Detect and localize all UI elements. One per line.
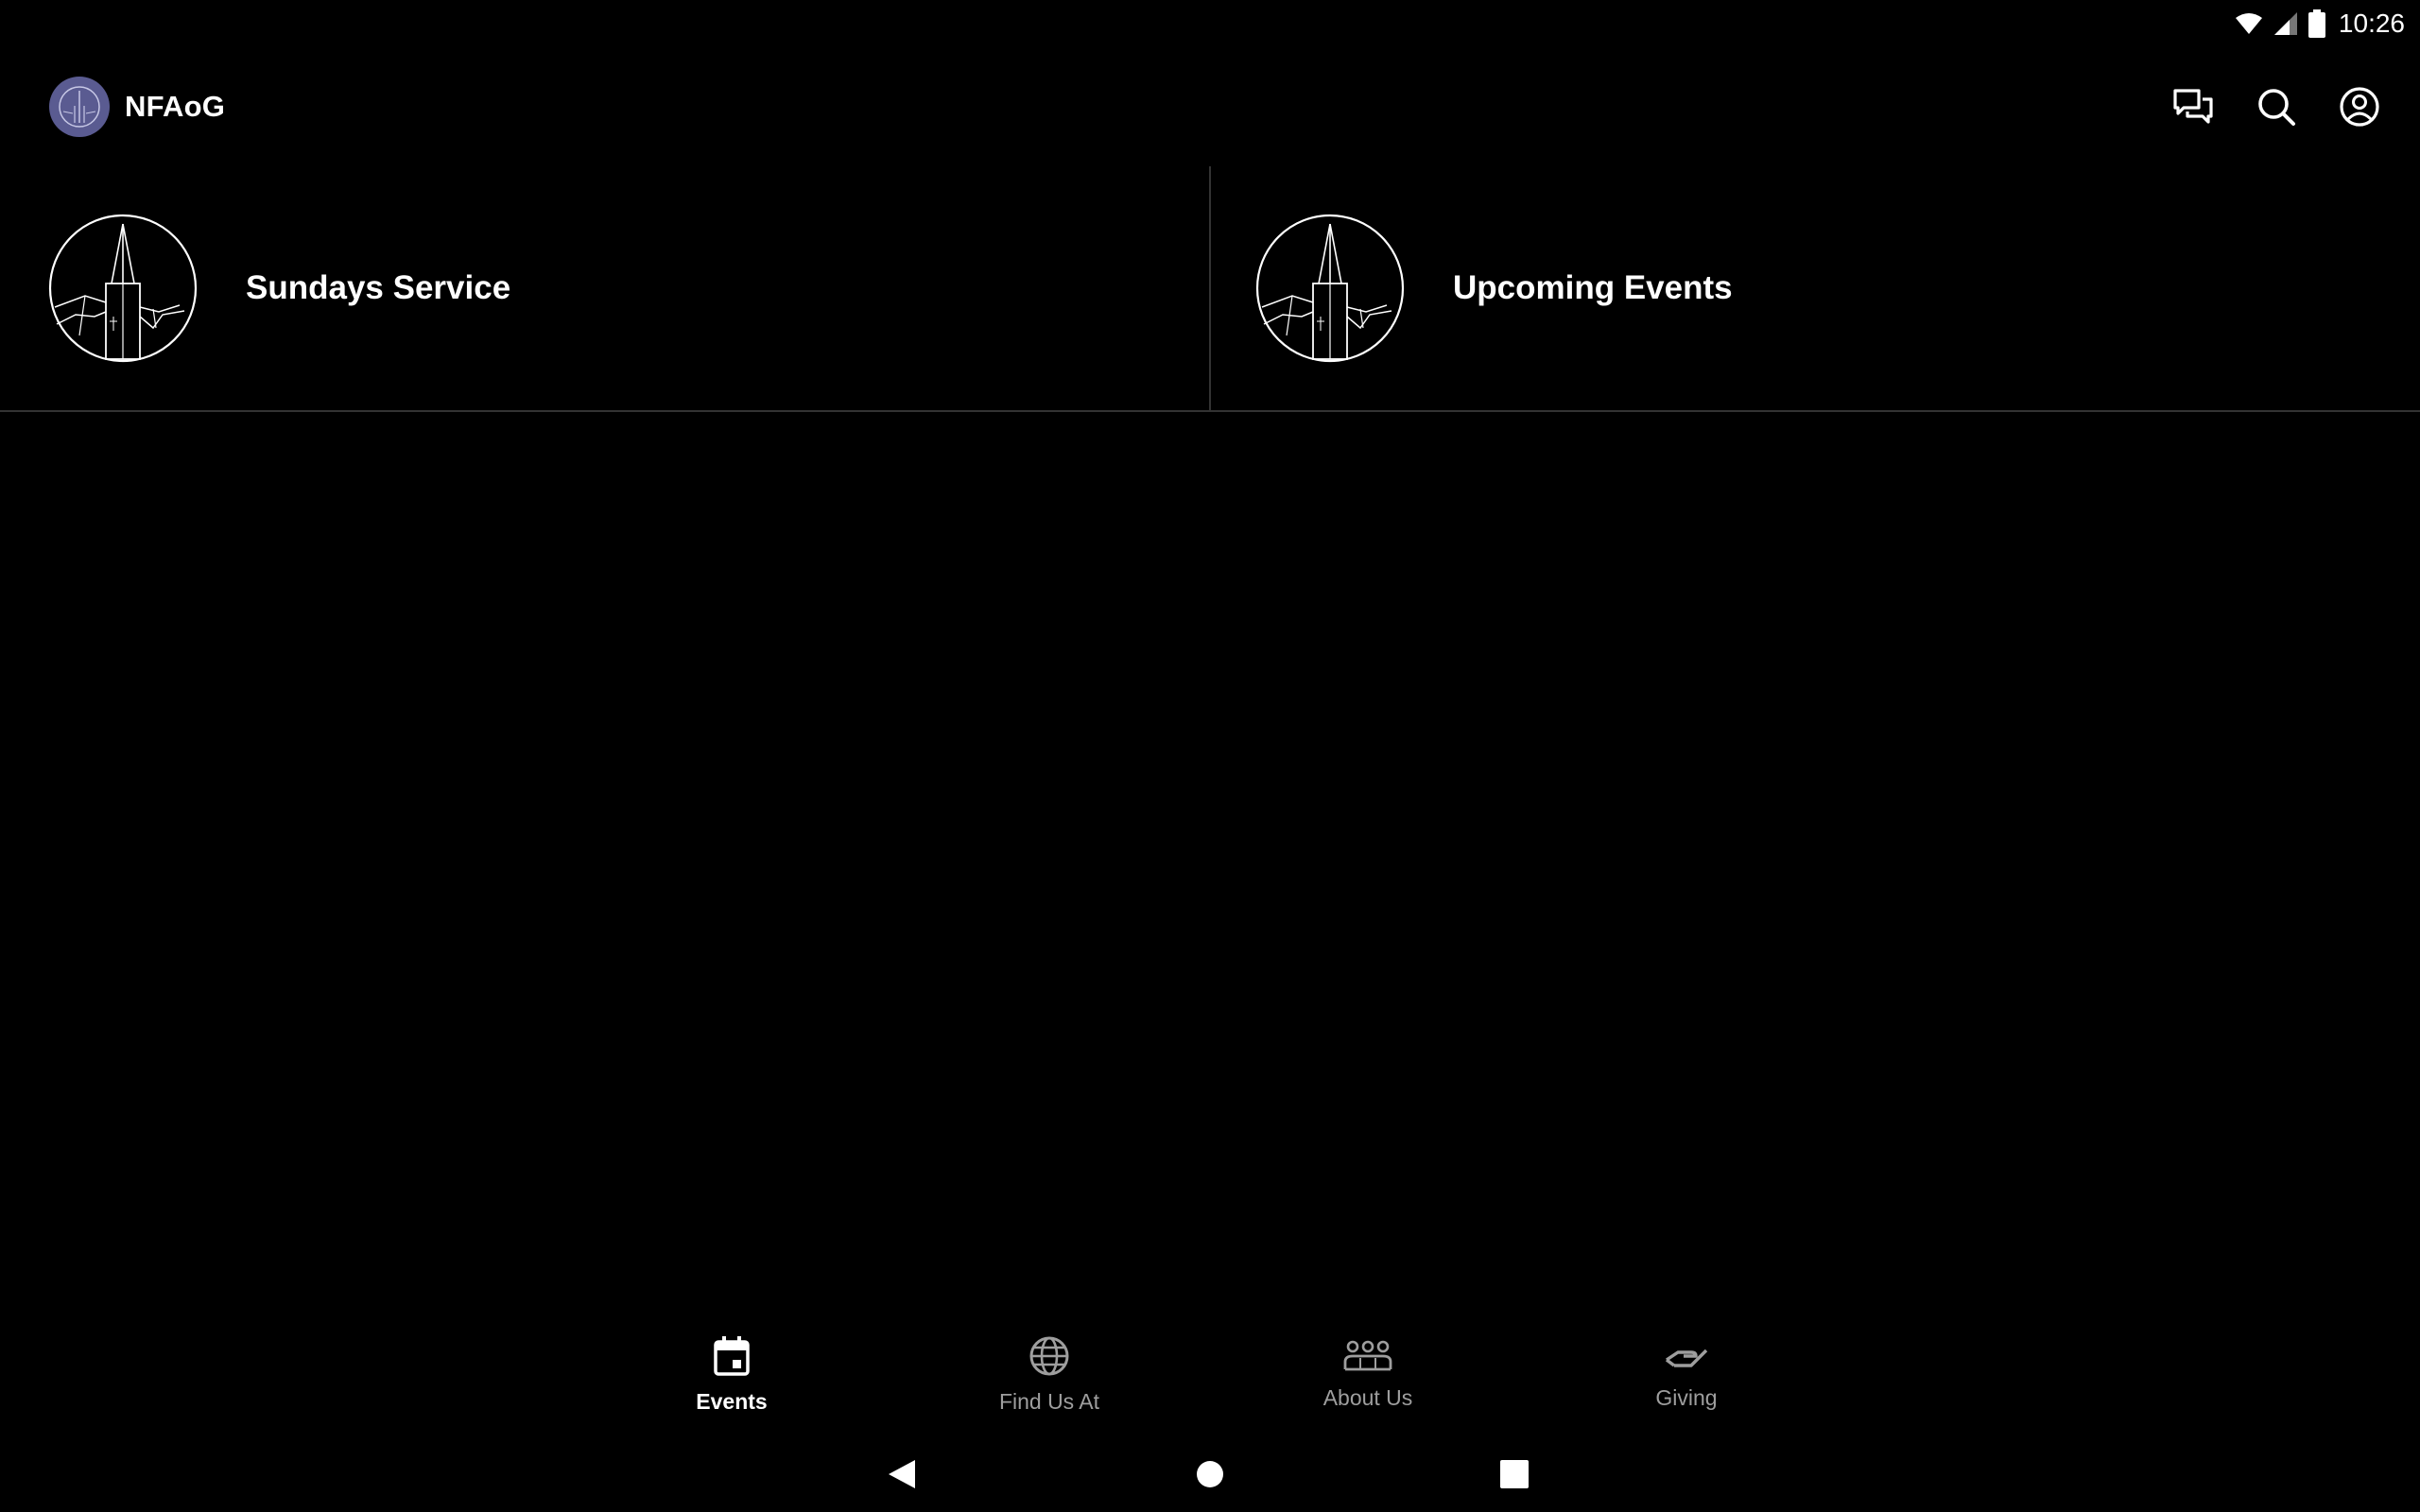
giving-hand-icon xyxy=(1665,1339,1708,1378)
account-icon[interactable] xyxy=(2337,84,2382,129)
cellular-signal-icon xyxy=(2273,10,2299,37)
nav-item-giving[interactable]: Giving xyxy=(1582,1314,1790,1436)
category-label: Upcoming Events xyxy=(1453,269,1733,306)
app-bar: NFAoG xyxy=(0,47,2420,166)
nav-label: About Us xyxy=(1322,1385,1413,1410)
church-steeple-icon xyxy=(1254,213,1406,364)
system-navigation-bar xyxy=(0,1436,2420,1512)
battery-icon xyxy=(2308,9,2325,38)
people-group-icon xyxy=(1343,1339,1392,1378)
nav-label: Find Us At xyxy=(998,1389,1100,1414)
status-bar: 10:26 xyxy=(2027,0,2420,47)
home-icon[interactable] xyxy=(1187,1452,1233,1497)
app-title: NFAoG xyxy=(125,90,226,123)
nav-label: Events xyxy=(696,1389,768,1414)
status-time: 10:26 xyxy=(2338,9,2405,38)
nav-item-find-us-at[interactable]: Find Us At xyxy=(945,1314,1153,1436)
chat-icon[interactable] xyxy=(2170,84,2216,129)
church-steeple-icon xyxy=(47,213,199,364)
wifi-icon xyxy=(2235,11,2263,36)
calendar-icon xyxy=(713,1335,751,1382)
nav-item-events[interactable]: Events xyxy=(628,1314,836,1436)
category-label: Sundays Service xyxy=(246,269,511,306)
nav-item-about-us[interactable]: About Us xyxy=(1264,1314,1472,1436)
app-bar-actions xyxy=(2170,47,2382,166)
nav-label: Giving xyxy=(1655,1385,1718,1410)
search-icon[interactable] xyxy=(2254,84,2299,129)
category-upcoming-events[interactable]: Upcoming Events xyxy=(1209,166,2420,410)
recents-icon[interactable] xyxy=(1492,1452,1537,1497)
bottom-navigation: Events Find Us At About Us Giving xyxy=(0,1314,2420,1436)
globe-icon xyxy=(1028,1335,1070,1382)
category-grid: Sundays Service Upcoming Events xyxy=(0,166,2420,412)
category-sundays-service[interactable]: Sundays Service xyxy=(0,166,1209,410)
back-icon[interactable] xyxy=(879,1452,925,1497)
screen: 10:26 NFAoG Sundays Service Upcoming Eve… xyxy=(0,0,2420,1512)
church-logo-icon[interactable] xyxy=(49,77,110,137)
